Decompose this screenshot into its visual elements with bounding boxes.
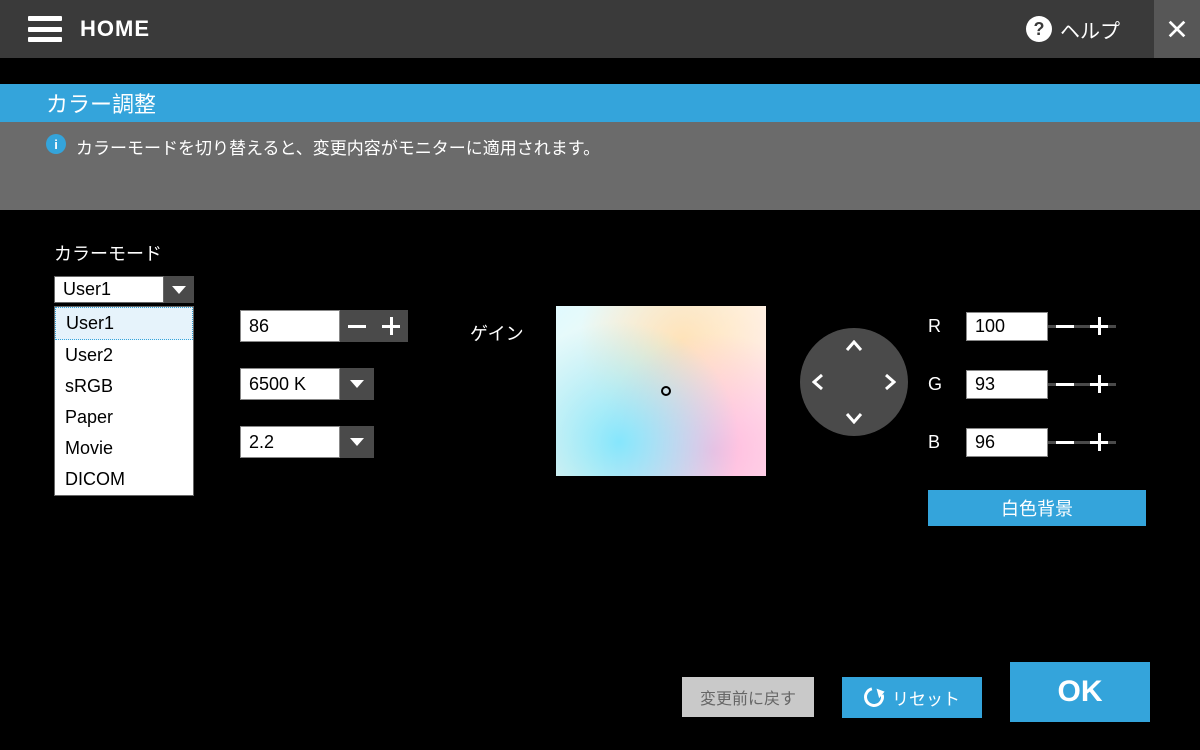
gain-b-plus-button[interactable] <box>1082 441 1116 444</box>
dpad-right-button[interactable] <box>884 373 896 391</box>
chevron-down-icon <box>172 286 186 294</box>
chevron-down-icon <box>350 438 364 446</box>
minus-icon <box>1056 383 1074 386</box>
color-picker-cursor-icon <box>661 386 671 396</box>
gain-r-input[interactable] <box>966 312 1048 341</box>
info-icon: i <box>46 134 66 154</box>
color-mode-dropdown: User1 User2 sRGB Paper Movie DICOM <box>54 306 194 496</box>
color-mode-option[interactable]: DICOM <box>55 464 193 495</box>
info-text: カラーモードを切り替えると、変更内容がモニターに適用されます。 <box>76 134 600 159</box>
page-title: カラー調整 <box>0 84 1200 122</box>
chevron-down-icon <box>350 380 364 388</box>
chevron-left-icon <box>812 373 824 391</box>
brightness-input[interactable] <box>240 310 340 342</box>
gain-r-row: R <box>928 310 1116 342</box>
dpad-left-button[interactable] <box>812 373 824 391</box>
color-mode-value: User1 <box>54 276 164 303</box>
gain-b-input[interactable] <box>966 428 1048 457</box>
gain-b-row: B <box>928 426 1116 458</box>
brightness-minus-button[interactable] <box>340 310 374 342</box>
minus-icon <box>1056 325 1074 328</box>
color-mode-option[interactable]: User1 <box>55 307 193 340</box>
gamma-dropdown-button[interactable] <box>340 426 374 458</box>
gain-r-minus-button[interactable] <box>1048 325 1082 328</box>
minus-icon <box>348 325 366 328</box>
help-label: ヘルプ <box>1060 15 1120 44</box>
color-mode-option[interactable]: User2 <box>55 340 193 371</box>
help-button[interactable]: ? ヘルプ <box>1026 15 1120 44</box>
close-icon <box>1166 18 1188 40</box>
numeric-controls <box>240 310 408 484</box>
reset-button[interactable]: リセット <box>842 677 982 718</box>
gain-g-label: G <box>928 374 966 395</box>
brightness-plus-button[interactable] <box>374 310 408 342</box>
color-mode-label: カラーモード <box>54 240 1160 266</box>
gain-g-minus-button[interactable] <box>1048 383 1082 386</box>
gain-r-plus-button[interactable] <box>1082 325 1116 328</box>
menu-icon[interactable] <box>28 16 62 42</box>
gain-label: ゲイン <box>470 320 524 346</box>
close-button[interactable] <box>1154 0 1200 58</box>
rgb-controls: R G B <box>928 310 1116 484</box>
gain-r-label: R <box>928 316 966 337</box>
gamma-field <box>240 426 408 458</box>
color-temp-dropdown-button[interactable] <box>340 368 374 400</box>
gamma-input[interactable] <box>240 426 340 458</box>
bottom-buttons: 変更前に戻す リセット OK <box>0 672 1200 722</box>
color-mode-select[interactable]: User1 User1 User2 sRGB Paper Movie DICOM <box>54 276 194 303</box>
color-temp-field <box>240 368 408 400</box>
home-button[interactable]: HOME <box>80 16 150 42</box>
color-temp-input[interactable] <box>240 368 340 400</box>
minus-icon <box>1056 441 1074 444</box>
chevron-right-icon <box>884 373 896 391</box>
color-picker-pad[interactable] <box>556 306 766 476</box>
info-bar: i カラーモードを切り替えると、変更内容がモニターに適用されます。 <box>0 122 1200 210</box>
gain-g-input[interactable] <box>966 370 1048 399</box>
gain-g-plus-button[interactable] <box>1082 383 1116 386</box>
white-background-button[interactable]: 白色背景 <box>928 490 1146 526</box>
color-mode-option[interactable]: sRGB <box>55 371 193 402</box>
reset-icon <box>860 683 887 710</box>
ok-button[interactable]: OK <box>1010 662 1150 722</box>
gain-b-label: B <box>928 432 966 453</box>
dpad-up-button[interactable] <box>845 340 863 352</box>
revert-button[interactable]: 変更前に戻す <box>682 677 814 717</box>
gain-b-minus-button[interactable] <box>1048 441 1082 444</box>
color-mode-option[interactable]: Movie <box>55 433 193 464</box>
dpad <box>800 328 908 436</box>
chevron-down-icon <box>845 412 863 424</box>
help-icon: ? <box>1026 16 1052 42</box>
dpad-down-button[interactable] <box>845 412 863 424</box>
brightness-field <box>240 310 408 342</box>
color-mode-option[interactable]: Paper <box>55 402 193 433</box>
reset-label: リセット <box>892 685 960 710</box>
gain-g-row: G <box>928 368 1116 400</box>
content-area: カラーモード User1 User1 User2 sRGB Paper Movi… <box>0 210 1200 303</box>
color-mode-dropdown-button[interactable] <box>164 276 194 303</box>
topbar: HOME ? ヘルプ <box>0 0 1200 58</box>
chevron-up-icon <box>845 340 863 352</box>
